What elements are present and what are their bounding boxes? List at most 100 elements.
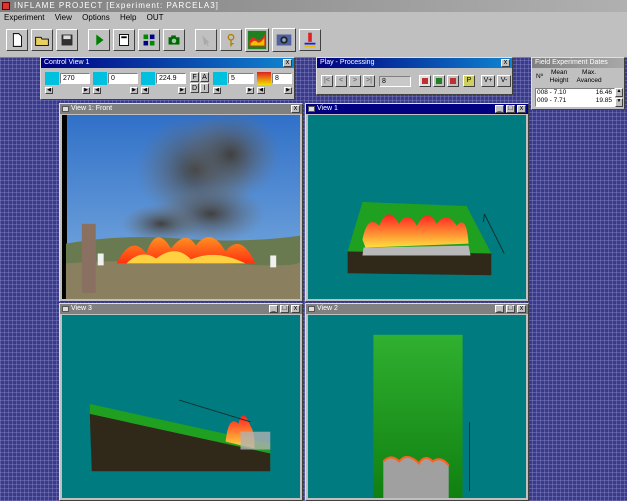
v-plus-button[interactable]: V+ <box>481 75 495 87</box>
fire-photo-image <box>62 115 300 299</box>
maximize-icon[interactable]: □ <box>506 105 515 113</box>
flame-map-button[interactable] <box>245 28 269 52</box>
close-icon[interactable]: x <box>291 305 300 313</box>
view-2-title: View 2 <box>317 305 338 312</box>
play-titlebar[interactable]: Play - Processing x <box>317 58 512 68</box>
view-1-3d-canvas[interactable] <box>308 115 526 299</box>
list-item[interactable]: 008 - 7.10 16.46 <box>536 89 614 97</box>
distance-left-arrow[interactable]: ◀ <box>141 87 149 94</box>
angle2-right-arrow[interactable]: ▶ <box>130 87 138 94</box>
minimize-icon[interactable]: _ <box>495 305 504 313</box>
field-dates-list[interactable]: 008 - 7.10 16.46 009 - 7.71 19.85 <box>535 88 615 107</box>
field-dates-titlebar[interactable]: Field Experiment Dates <box>532 58 624 68</box>
help-key-button[interactable] <box>220 29 242 51</box>
menu-experiment[interactable]: Experiment <box>4 13 44 22</box>
view-front-titlebar[interactable]: View 1: Front x <box>60 104 302 114</box>
frame-field[interactable]: 8 <box>379 76 411 87</box>
angle1-field[interactable]: 270 <box>60 73 90 84</box>
close-icon[interactable]: x <box>517 105 526 113</box>
menu-view[interactable]: View <box>55 13 72 22</box>
rotate-x-icon <box>45 72 59 85</box>
list-item[interactable]: 009 - 7.71 19.85 <box>536 97 614 105</box>
window-icon <box>62 106 69 112</box>
scale-icon <box>213 72 227 85</box>
angle2-field[interactable]: 0 <box>108 73 138 84</box>
control-view-titlebar[interactable]: Control View 1 x <box>41 58 294 68</box>
play-button[interactable] <box>88 29 110 51</box>
pause-icon[interactable] <box>447 75 459 87</box>
stop-icon[interactable] <box>419 75 431 87</box>
angle1-right-arrow[interactable]: ▶ <box>82 87 90 94</box>
camera-3d-icon <box>276 34 292 46</box>
camera-button[interactable] <box>163 29 185 51</box>
level-left-arrow[interactable]: ◀ <box>257 87 265 94</box>
level-field[interactable]: 8 <box>272 73 292 84</box>
view-1-titlebar[interactable]: View 1 _ □ x <box>306 104 528 114</box>
new-file-button[interactable] <box>6 29 28 51</box>
open-folder-icon <box>35 36 49 46</box>
app-title-text: INFLAME PROJECT [Experiment: PARCELA3] <box>14 1 219 10</box>
rotate-y-icon <box>93 72 107 85</box>
maximize-icon[interactable]: □ <box>506 305 515 313</box>
record-icon[interactable] <box>433 75 445 87</box>
close-icon[interactable]: x <box>283 59 292 67</box>
minimize-icon[interactable]: _ <box>269 305 278 313</box>
close-icon[interactable]: x <box>291 105 300 113</box>
v-minus-button[interactable]: V- <box>497 75 511 87</box>
angle2-left-arrow[interactable]: ◀ <box>93 87 101 94</box>
view-2-titlebar[interactable]: View 2 _ □ x <box>306 304 528 314</box>
distance-field[interactable]: 224.9 <box>156 73 186 84</box>
close-icon[interactable]: x <box>501 59 510 67</box>
view-3-titlebar[interactable]: View 3 _ □ x <box>60 304 302 314</box>
open-button[interactable] <box>31 29 53 51</box>
close-icon[interactable]: x <box>517 305 526 313</box>
view-2-window[interactable]: View 2 _ □ x <box>305 303 529 501</box>
control-view-title: Control View 1 <box>44 59 90 66</box>
maximize-icon[interactable]: □ <box>280 305 289 313</box>
view-1-title: View 1 <box>317 105 338 112</box>
window-icon <box>308 306 315 312</box>
minimize-icon[interactable]: _ <box>495 105 504 113</box>
p-button[interactable]: P <box>463 75 475 87</box>
field-experiment-dates-panel: Field Experiment Dates Nº Mean Height Ma… <box>531 57 625 110</box>
calculator-button[interactable] <box>113 29 135 51</box>
scale-right-arrow[interactable]: ▶ <box>246 87 254 94</box>
menu-help[interactable]: Help <box>120 13 136 22</box>
new-file-icon <box>12 33 22 47</box>
view-2-3d-canvas[interactable] <box>308 315 526 498</box>
col-header-max: Max. Avanced <box>576 69 602 84</box>
prev-frame-button[interactable]: < <box>335 75 347 87</box>
angle1-left-arrow[interactable]: ◀ <box>45 87 53 94</box>
camera-3d-button[interactable] <box>272 28 296 52</box>
view-3-3d-canvas[interactable] <box>62 315 300 498</box>
front-photo <box>62 115 300 299</box>
grid-icon <box>143 34 155 46</box>
level-color-icon <box>257 72 271 85</box>
scroll-down-arrow[interactable]: ▼ <box>615 98 623 107</box>
scale-left-arrow[interactable]: ◀ <box>213 87 221 94</box>
menu-out[interactable]: OUT <box>147 13 164 22</box>
pointer-button[interactable] <box>195 29 217 51</box>
app-title-bar: INFLAME PROJECT [Experiment: PARCELA3] <box>0 0 627 12</box>
front-button[interactable]: F <box>190 72 199 82</box>
scale-field[interactable]: 5 <box>228 73 254 84</box>
i-button[interactable]: I <box>200 83 209 93</box>
last-frame-button[interactable]: >| <box>363 75 375 87</box>
scroll-up-arrow[interactable]: ▲ <box>615 88 623 97</box>
view-3-window[interactable]: View 3 _ □ x <box>59 303 303 501</box>
thermometer-button[interactable] <box>299 29 321 51</box>
distance-right-arrow[interactable]: ▶ <box>178 87 186 94</box>
first-frame-button[interactable]: |< <box>321 75 333 87</box>
window-icon <box>62 306 69 312</box>
next-frame-button[interactable]: > <box>349 75 361 87</box>
view-front-window[interactable]: View 1: Front x <box>59 103 303 302</box>
terrain-3d-render <box>347 202 505 276</box>
d-button[interactable]: D <box>190 83 199 93</box>
view-1-window[interactable]: View 1 _ □ x <box>305 103 529 302</box>
menu-options[interactable]: Options <box>82 13 110 22</box>
grid-button[interactable] <box>138 29 160 51</box>
level-right-arrow[interactable]: ▶ <box>284 87 292 94</box>
a-button[interactable]: A <box>200 72 209 82</box>
toolbar <box>0 24 627 58</box>
save-button[interactable] <box>56 29 78 51</box>
